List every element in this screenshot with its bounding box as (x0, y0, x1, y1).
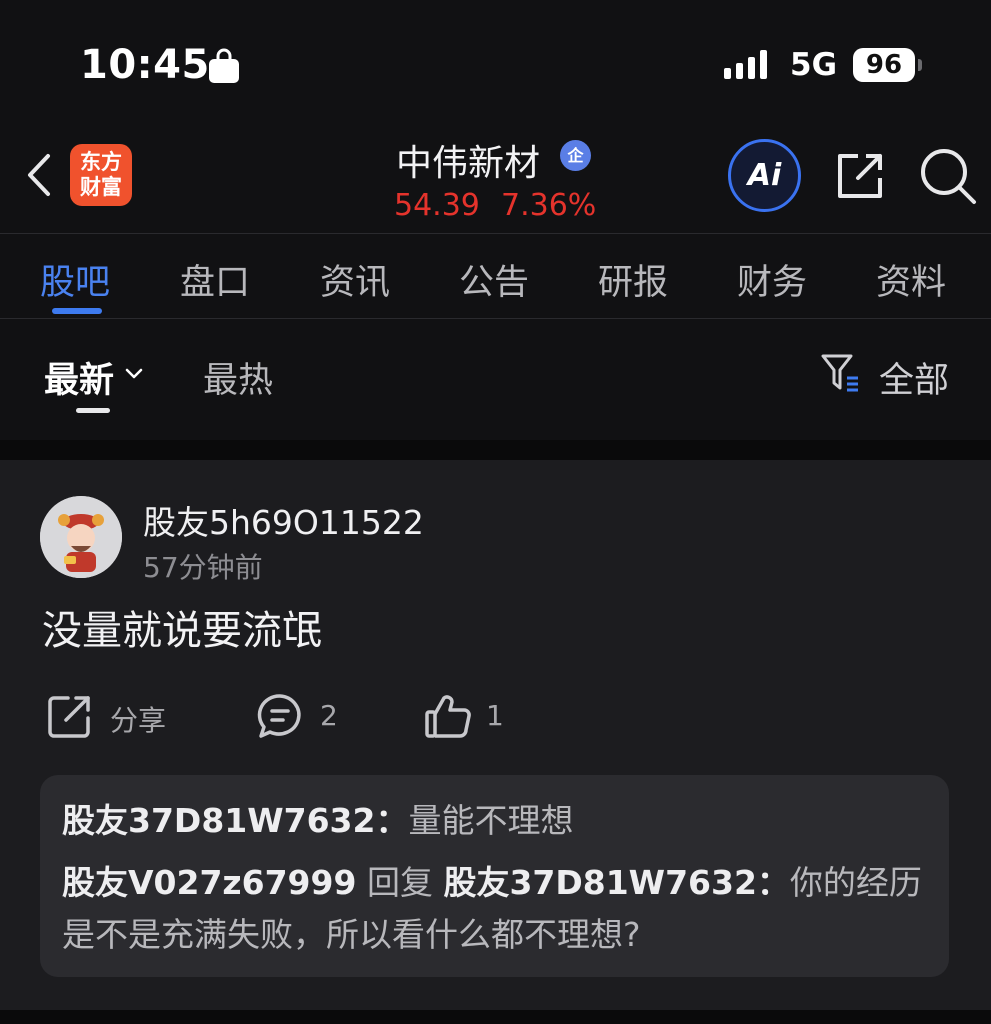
post-card[interactable]: 股友5h69O11522 57分钟前 没量就说要流氓 分享 2 1 股友37D8… (0, 460, 991, 1010)
comment-text: 量能不理想 (408, 801, 574, 840)
battery-level: 96 (853, 48, 915, 82)
share-button[interactable]: 分享 (46, 692, 186, 740)
stock-header: 东方 财富 中伟新材 企 54.39 7.36% Ai (0, 120, 991, 232)
status-time: 10:45 (80, 42, 210, 88)
filter-label[interactable]: 全部 (879, 352, 949, 403)
comment-item[interactable]: 股友V027z67999 回复 股友37D81W7632：你的经历是不是充满失败… (62, 857, 927, 961)
comment-author[interactable]: 股友37D81W7632： (62, 801, 408, 840)
share-icon (48, 696, 90, 738)
tab-finance[interactable]: 财务 (737, 254, 807, 305)
search-icon[interactable] (918, 146, 978, 206)
stock-price: 54.39 (394, 188, 480, 223)
filter-icon[interactable] (820, 352, 862, 394)
logo-line-2: 财富 (80, 175, 122, 199)
tab-announcements[interactable]: 公告 (459, 254, 529, 305)
comment-count: 2 (320, 699, 338, 732)
section-tabs: 股吧 盘口 资讯 公告 研报 财务 资料 (0, 233, 991, 319)
thumbs-up-icon (425, 695, 471, 738)
comment-item[interactable]: 股友37D81W7632：量能不理想 (62, 795, 927, 847)
post-time: 57分钟前 (143, 551, 263, 584)
tab-guba[interactable]: 股吧 (40, 254, 110, 305)
tab-research[interactable]: 研报 (598, 254, 668, 305)
sort-hot-button[interactable]: 最热 (203, 352, 273, 403)
sort-latest-button[interactable]: 最新 (44, 352, 114, 403)
comment-icon (257, 694, 301, 738)
sort-active-indicator (76, 408, 110, 413)
avatar[interactable] (40, 496, 122, 578)
share-icon[interactable] (832, 148, 888, 204)
network-type: 5G (790, 47, 838, 83)
section-divider (0, 440, 991, 460)
tab-pankou[interactable]: 盘口 (180, 254, 250, 305)
ai-assistant-button[interactable]: Ai (728, 139, 801, 212)
status-bar: 10:45 5G 96 (0, 0, 991, 120)
back-icon[interactable] (22, 150, 58, 200)
bag-icon (209, 48, 239, 83)
stock-name: 中伟新材 (396, 143, 541, 184)
avatar-image (40, 496, 122, 578)
chevron-down-icon[interactable] (123, 366, 145, 382)
active-tab-indicator (52, 308, 102, 314)
tab-profile[interactable]: 资料 (876, 254, 946, 305)
like-button[interactable]: 1 (424, 692, 524, 740)
signal-icon (724, 50, 767, 79)
comment-author[interactable]: 股友V027z67999 (62, 863, 356, 902)
tab-news[interactable]: 资讯 (320, 254, 390, 305)
like-count: 1 (486, 699, 504, 732)
comment-button[interactable]: 2 (256, 692, 356, 740)
reply-target[interactable]: 股友37D81W7632： (443, 863, 789, 902)
stock-change-percent: 7.36% (501, 188, 597, 223)
logo-line-1: 东方 (80, 150, 122, 174)
bottom-divider (0, 1010, 991, 1024)
post-username[interactable]: 股友5h69O11522 (143, 496, 424, 544)
battery-tip (918, 59, 922, 71)
comment-preview-box[interactable]: 股友37D81W7632：量能不理想 股友V027z67999 回复 股友37D… (40, 775, 949, 977)
share-label: 分享 (110, 704, 167, 737)
sort-bar: 最新 最热 全部 (0, 320, 991, 440)
app-logo[interactable]: 东方 财富 (70, 144, 132, 206)
reply-word: 回复 (356, 863, 444, 902)
verified-badge: 企 (560, 140, 591, 171)
post-content[interactable]: 没量就说要流氓 (42, 598, 322, 656)
